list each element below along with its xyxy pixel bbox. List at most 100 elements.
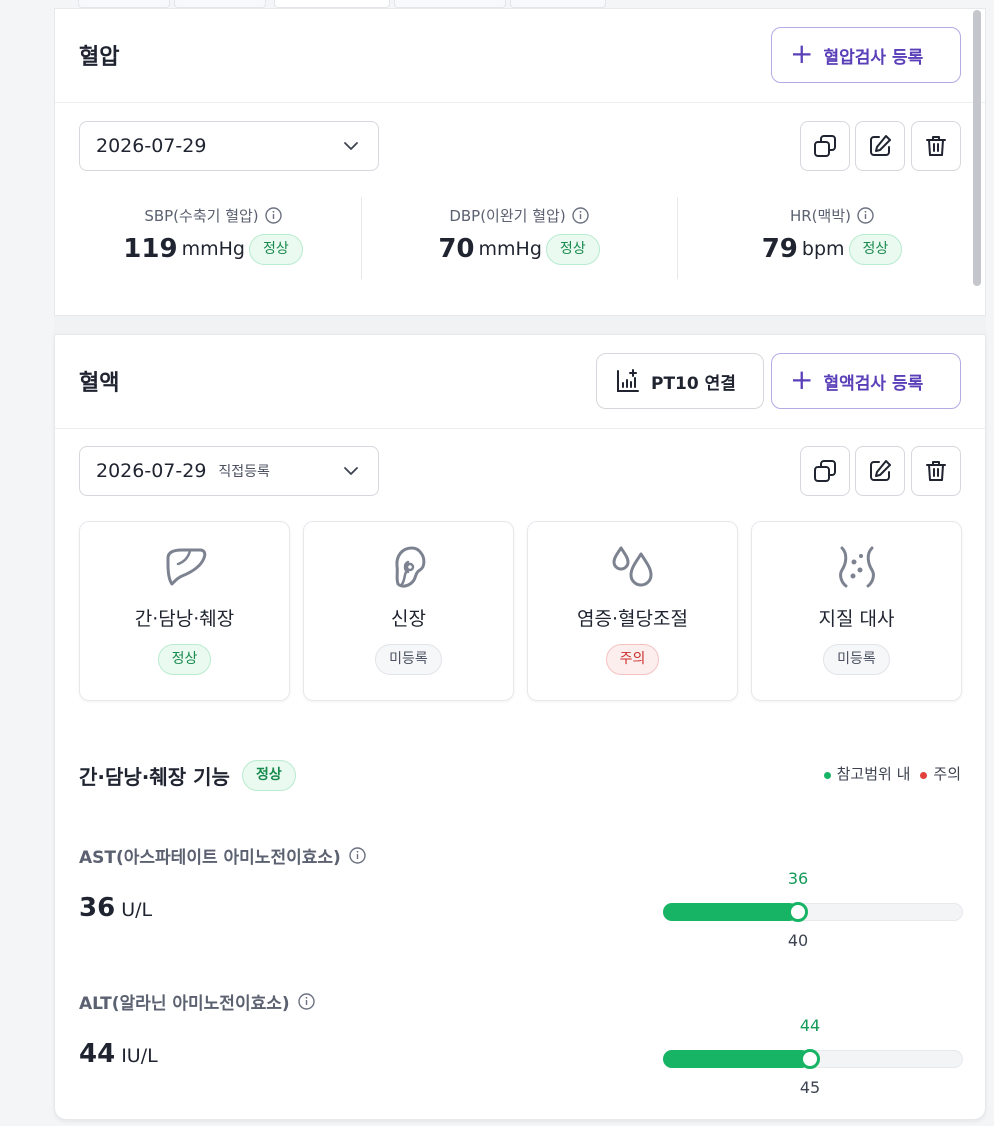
droplets-icon [612, 546, 653, 587]
metric-value-ast: 36 U/L [79, 893, 152, 923]
page-tab[interactable] [510, 0, 606, 8]
category-label: 신장 [391, 608, 426, 630]
vital-value: 119 [123, 234, 178, 265]
metric-label-ast: AST(아스파테이트 아미노전이효소) [79, 843, 366, 868]
delete-button[interactable] [911, 446, 961, 496]
category-card-inflammation[interactable]: 염증·혈당조절 주의 [527, 521, 738, 701]
bp-header: 혈압 + 혈압검사 등록 [55, 9, 985, 103]
metric-number: 36 [79, 893, 116, 923]
status-badge: 주의 [605, 644, 660, 675]
copy-button[interactable] [800, 446, 850, 496]
vital-label: SBP(수축기 혈압) [144, 207, 259, 225]
chart-plus-icon [617, 369, 639, 392]
metric-unit: U/L [121, 899, 153, 921]
status-badge: 정상 [545, 234, 600, 265]
category-label: 염증·혈당조절 [577, 608, 688, 630]
legend-item-in-range: 참고범위 내 [823, 763, 910, 784]
vital-sbp: SBP(수축기 혈압) 119 mmHg 정상 [55, 195, 371, 281]
page-tab[interactable] [78, 0, 170, 8]
vital-label: HR(맥박) [789, 207, 851, 225]
trash-icon [926, 136, 946, 156]
green-dot-icon [823, 772, 831, 779]
bp-vitals: SBP(수축기 혈압) 119 mmHg 정상 DBP(이완기 혈압) 70 m… [55, 195, 985, 281]
chevron-down-icon [344, 467, 358, 475]
info-icon[interactable] [264, 207, 282, 224]
pt10-connect-label: PT10 연결 [651, 373, 736, 394]
vital-label: DBP(이완기 혈압) [449, 207, 566, 225]
section-title: 간·담낭·췌장 기능 정상 [79, 760, 296, 791]
register-blood-label: 혈액검사 등록 [823, 373, 924, 394]
page-tab[interactable] [394, 0, 506, 8]
metric-value-alt: 44 IU/L [79, 1039, 158, 1069]
range-marker [800, 1049, 820, 1069]
register-bp-label: 혈압검사 등록 [823, 47, 924, 68]
category-label: 간·담낭·췌장 [134, 608, 235, 630]
range-fill [663, 903, 798, 921]
red-dot-icon [920, 772, 928, 779]
range-limit-value: 40 [787, 931, 809, 950]
vital-value: 70 [438, 234, 475, 265]
legend: 참고범위 내 주의 [823, 763, 961, 784]
copy-icon [814, 135, 836, 157]
blood-pressure-card: 혈압 + 혈압검사 등록 2026-07-29 SBP(수축기 혈압) 119 … [54, 8, 986, 316]
plus-icon: + [790, 362, 814, 396]
info-icon[interactable] [297, 993, 315, 1010]
metric-name: ALT(알라닌 아미노전이효소) [79, 994, 290, 1014]
blood-date-value: 2026-07-29 [96, 460, 207, 482]
page-tab[interactable] [274, 0, 390, 8]
status-badge: 미등록 [375, 644, 442, 675]
bp-date-select[interactable]: 2026-07-29 [79, 121, 379, 171]
lipid-icon [839, 546, 875, 588]
range-fill [663, 1050, 810, 1068]
status-badge: 미등록 [823, 644, 890, 675]
category-card-kidney[interactable]: 신장 미등록 [303, 521, 514, 701]
status-badge: 정상 [848, 234, 903, 265]
metric-number: 44 [79, 1039, 116, 1069]
metric-unit: IU/L [121, 1045, 158, 1067]
status-badge: 정상 [248, 234, 303, 265]
blood-test-card: 혈액 PT10 연결 + 혈액검사 등록 2026-07-29 직접등록 간·담… [54, 334, 986, 1120]
status-badge: 정상 [157, 644, 212, 675]
bp-title: 혈압 [79, 45, 120, 70]
info-icon[interactable] [349, 847, 366, 864]
liver-icon [166, 548, 207, 586]
scrollbar[interactable] [973, 10, 981, 286]
delete-button[interactable] [911, 121, 961, 171]
blood-title: 혈액 [79, 371, 120, 396]
copy-icon [814, 460, 836, 482]
date-source-label: 직접등록 [218, 464, 270, 480]
edit-button[interactable] [855, 121, 905, 171]
register-blood-test-button[interactable]: + 혈액검사 등록 [771, 353, 961, 409]
vital-unit: bpm [801, 238, 845, 261]
status-badge: 정상 [241, 760, 296, 791]
info-icon[interactable] [857, 207, 874, 224]
range-current-value: 36 [787, 869, 809, 888]
category-card-liver[interactable]: 간·담낭·췌장 정상 [79, 521, 290, 701]
edit-icon [870, 460, 891, 481]
vital-dbp: DBP(이완기 혈압) 70 mmHg 정상 [361, 195, 677, 281]
legend-item-caution: 주의 [920, 763, 961, 784]
category-label: 지질 대사 [818, 608, 895, 630]
section-title-text: 간·담낭·췌장 기능 [79, 764, 230, 789]
page-tab[interactable] [174, 0, 266, 8]
page-tabs [54, 0, 986, 8]
register-bp-test-button[interactable]: + 혈압검사 등록 [771, 27, 961, 83]
range-marker [788, 902, 808, 922]
blood-date-select[interactable]: 2026-07-29 직접등록 [79, 446, 379, 496]
copy-button[interactable] [800, 121, 850, 171]
legend-label: 주의 [933, 765, 961, 783]
section-gap [54, 316, 986, 334]
vital-value: 79 [761, 234, 798, 265]
category-card-lipid[interactable]: 지질 대사 미등록 [751, 521, 962, 701]
vital-hr: HR(맥박) 79 bpm 정상 [677, 195, 987, 281]
vital-unit: mmHg [478, 238, 542, 261]
range-bar-ast: 36 40 [663, 869, 963, 950]
chevron-down-icon [344, 142, 358, 150]
edit-button[interactable] [855, 446, 905, 496]
bp-date-value: 2026-07-29 [96, 135, 207, 157]
info-icon[interactable] [571, 207, 589, 224]
plus-icon: + [790, 36, 814, 70]
trash-icon [926, 461, 946, 481]
pt10-connect-button[interactable]: PT10 연결 [596, 353, 764, 409]
metric-name: AST(아스파테이트 아미노전이효소) [79, 848, 341, 868]
